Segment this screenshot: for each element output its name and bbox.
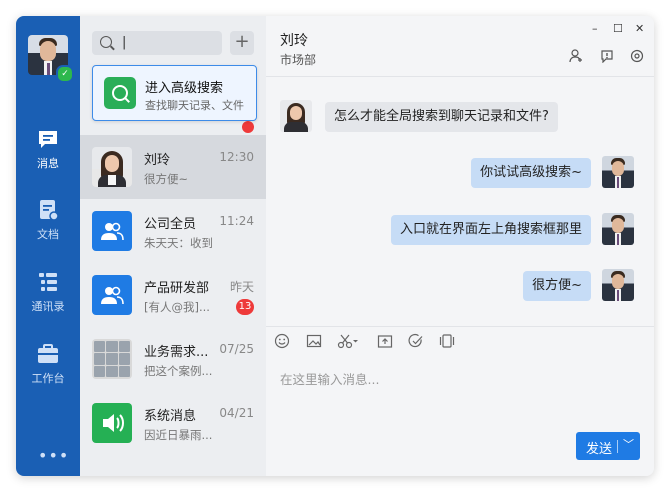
message-bubble-outgoing: 入口就在界面左上角搜索框那里 <box>390 215 591 245</box>
add-member-icon[interactable] <box>569 49 583 63</box>
conversation-time: 11:24 <box>219 214 254 228</box>
message-bubble-incoming: 怎么才能全局搜索到聊天记录和文件? <box>325 102 558 132</box>
chat-subtitle: 市场部 <box>280 53 317 67</box>
user-avatar[interactable] <box>602 269 634 301</box>
advanced-search-icon <box>104 77 136 109</box>
conversation-time: 昨天 <box>229 280 254 294</box>
app-window: ✓ 消息 文档 通讯录 工作台 ••• | + 进入高级搜索 查找聊天记录、文件… <box>16 16 654 476</box>
list-item[interactable]: 产品研发部 昨天 [有人@我]... 13 <box>80 263 266 327</box>
list-item[interactable]: 系统消息 04/21 因近日暴雨... <box>80 391 266 455</box>
nav-item-messages[interactable]: 消息 <box>16 127 80 171</box>
conversation-preview: 因近日暴雨... <box>144 428 213 442</box>
notice-icon[interactable] <box>600 49 614 63</box>
list-item[interactable]: 公司全员 11:24 朱天天：收到 <box>80 199 266 263</box>
screenshot-icon[interactable] <box>337 333 359 349</box>
check-icon[interactable] <box>408 333 424 349</box>
contacts-icon <box>39 273 57 291</box>
add-button[interactable]: + <box>230 31 254 55</box>
woman-avatar <box>92 147 132 187</box>
nav-item-contacts[interactable]: 通讯录 <box>16 270 80 314</box>
online-status-icon: ✓ <box>56 65 74 83</box>
video-call-icon[interactable] <box>439 333 455 349</box>
workbench-icon <box>38 344 58 363</box>
nav-label: 消息 <box>37 157 59 170</box>
conversation-time: 07/25 <box>219 342 254 356</box>
group-icon <box>92 211 132 251</box>
send-button[interactable]: 发送 ﹀ <box>576 432 640 460</box>
unread-badge: 13 <box>236 299 254 315</box>
advanced-search-popup[interactable]: 进入高级搜索 查找聊天记录、文件 <box>92 65 257 121</box>
nav-item-workbench[interactable]: 工作台 <box>16 342 80 386</box>
user-avatar[interactable] <box>602 213 634 245</box>
nav-item-documents[interactable]: 文档 <box>16 198 80 242</box>
settings-icon[interactable] <box>630 49 644 63</box>
list-item[interactable]: 业务需求... 07/25 把这个案例... <box>80 327 266 391</box>
conversation-name: 公司全员 <box>144 217 197 232</box>
upload-file-icon[interactable] <box>377 333 393 349</box>
text-caret: | <box>122 35 127 50</box>
conversation-time: 04/21 <box>219 406 254 420</box>
message-bubble-outgoing: 你试试高级搜索~ <box>471 158 591 188</box>
speaker-icon <box>92 403 132 443</box>
send-label: 发送 <box>586 442 613 457</box>
conversation-name: 业务需求... <box>144 345 209 360</box>
minimize-button[interactable]: – <box>592 22 598 35</box>
nav-label: 工作台 <box>31 372 65 385</box>
send-divider <box>617 440 618 453</box>
conversation-name: 刘玲 <box>144 153 171 168</box>
conversation-preview: 把这个案例... <box>144 364 213 378</box>
image-icon[interactable] <box>306 333 322 349</box>
group-grid-avatar <box>92 339 132 379</box>
input-divider <box>266 326 654 327</box>
conversation-list: | + 进入高级搜索 查找聊天记录、文件 刘玲 12:30 很方便~ 公司全员 … <box>80 16 266 476</box>
popup-subtitle: 查找聊天记录、文件 <box>145 99 244 112</box>
popup-title: 进入高级搜索 <box>145 81 224 96</box>
document-icon <box>40 200 59 221</box>
nav-label: 文档 <box>37 228 59 241</box>
message-bubble-outgoing: 很方便~ <box>523 271 591 301</box>
more-icon[interactable]: ••• <box>38 446 69 465</box>
conversation-preview: 很方便~ <box>144 172 189 186</box>
conversation-name: 系统消息 <box>144 409 197 424</box>
message-icon <box>39 131 57 148</box>
close-button[interactable]: ✕ <box>635 22 644 35</box>
conversation-name: 产品研发部 <box>144 281 210 296</box>
user-avatar[interactable] <box>602 156 634 188</box>
message-input[interactable]: 在这里输入消息... <box>280 369 379 388</box>
left-rail: ✓ 消息 文档 通讯录 工作台 ••• <box>16 16 80 476</box>
emoji-icon[interactable] <box>274 333 290 349</box>
woman-avatar[interactable] <box>280 100 312 132</box>
search-input[interactable]: | <box>92 31 222 55</box>
list-item[interactable]: 刘玲 12:30 很方便~ <box>80 135 266 199</box>
unread-badge <box>242 121 254 133</box>
nav-label: 通讯录 <box>31 300 65 313</box>
search-icon <box>100 36 112 48</box>
chevron-down-icon[interactable]: ﹀ <box>623 436 634 452</box>
header-divider <box>266 76 654 77</box>
conversation-time: 12:30 <box>219 150 254 164</box>
conversation-preview: 朱天天：收到 <box>144 236 213 250</box>
chat-title: 刘玲 <box>280 33 308 49</box>
chat-panel: 刘玲 市场部 – ☐ ✕ 怎么才能全局搜索到聊天记录和文件? 你试试高级搜索~ <box>266 16 654 476</box>
maximize-button[interactable]: ☐ <box>613 22 623 35</box>
group-icon <box>92 275 132 315</box>
conversation-preview: [有人@我]... <box>144 300 210 314</box>
